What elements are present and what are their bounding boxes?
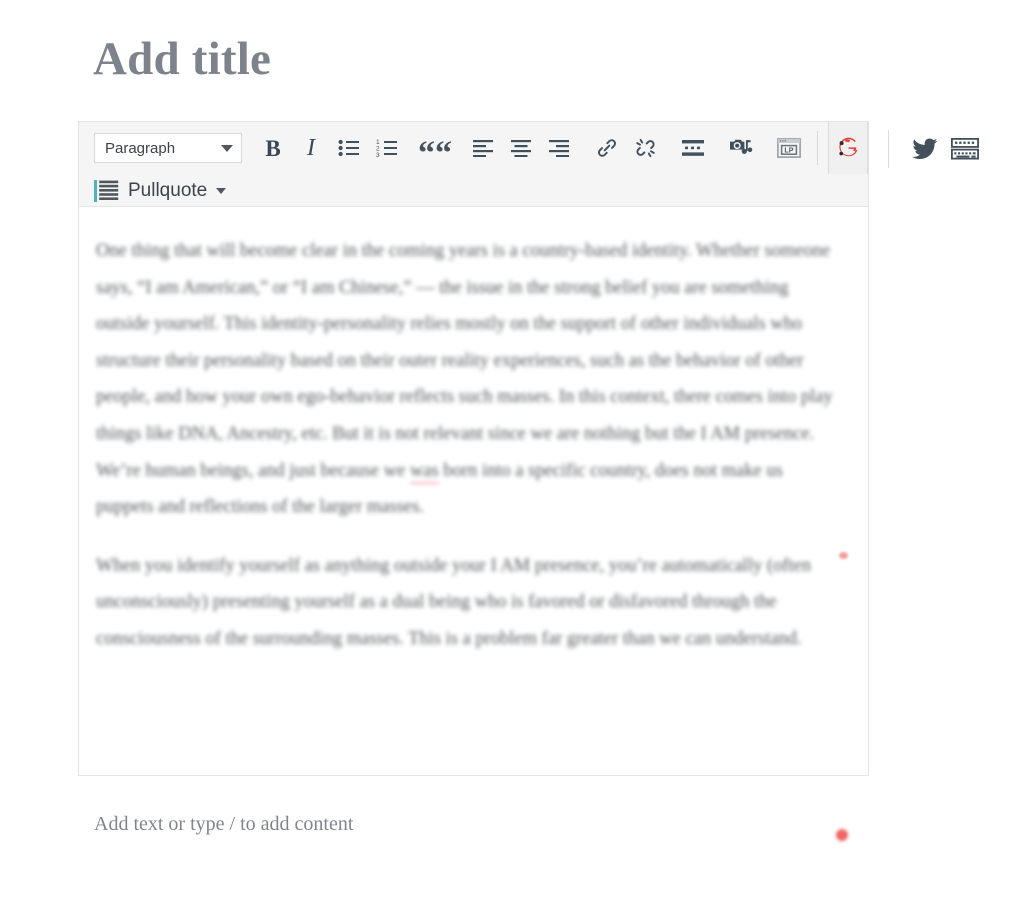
twitter-share-button[interactable] <box>908 132 942 166</box>
landing-page-button[interactable]: LP <box>772 131 806 165</box>
svg-text:LP: LP <box>784 145 793 154</box>
align-right-button[interactable] <box>542 131 576 165</box>
grammar-marker-2[interactable] <box>836 829 848 841</box>
toolbar-divider <box>817 131 818 165</box>
bulleted-list-icon <box>338 139 359 157</box>
block-type-label: Pullquote <box>128 179 208 201</box>
bold-button[interactable]: B <box>256 131 290 165</box>
paragraph-2[interactable]: When you identify yourself as anything o… <box>96 548 838 658</box>
block-type-button[interactable]: Pullquote <box>94 179 227 202</box>
keyboard-icon <box>951 138 979 160</box>
italic-button[interactable]: I <box>294 131 328 165</box>
align-right-icon <box>549 140 569 157</box>
align-center-button[interactable] <box>504 131 538 165</box>
align-left-button[interactable] <box>466 131 500 165</box>
bold-icon: B <box>265 135 281 161</box>
insert-link-button[interactable] <box>590 131 624 165</box>
quote-icon: ““ <box>418 134 452 172</box>
format-select-value: Paragraph <box>105 139 176 157</box>
read-more-button[interactable] <box>676 131 710 165</box>
outside-toolbar <box>888 128 988 170</box>
bulleted-list-button[interactable] <box>332 131 366 165</box>
numbered-list-button[interactable]: 1 2 3 <box>370 131 404 165</box>
toolbar-row-secondary: Pullquote <box>79 174 868 207</box>
add-content-placeholder[interactable]: Add text or type / to add content <box>94 813 353 836</box>
grammarly-button[interactable] <box>828 122 868 174</box>
page-title-placeholder[interactable]: Add title <box>93 28 271 90</box>
toolbar-row-primary: Paragraph B I 1 2 3 ““ LP <box>79 122 868 174</box>
read-more-icon <box>682 140 704 156</box>
editor-toolbar: Paragraph B I 1 2 3 ““ LP Pullquote <box>79 122 868 207</box>
numbered-list-icon: 1 2 3 <box>376 139 397 157</box>
svg-text:3: 3 <box>376 152 380 157</box>
landing-page-icon: LP <box>777 138 801 158</box>
grammar-error-word[interactable]: was <box>409 460 439 484</box>
media-icon <box>730 139 753 154</box>
keyboard-shortcuts-button[interactable] <box>948 132 982 166</box>
blockquote-button[interactable]: ““ <box>418 131 452 172</box>
grammarly-icon <box>839 137 858 157</box>
twitter-icon <box>912 138 938 160</box>
outside-divider <box>888 130 889 168</box>
grammar-marker-1[interactable] <box>839 552 848 559</box>
paragraph-1-text-a: One thing that will become clear in the … <box>96 241 833 481</box>
grammarly-region <box>807 122 868 174</box>
unlink-icon <box>635 138 655 158</box>
paragraph-2-text: When you identify yourself as anything o… <box>96 555 812 649</box>
link-icon <box>598 139 616 157</box>
pullquote-icon <box>94 179 119 202</box>
chevron-down-icon <box>216 187 227 194</box>
format-select[interactable]: Paragraph <box>94 133 242 163</box>
align-left-icon <box>473 140 493 157</box>
block-editor: Paragraph B I 1 2 3 ““ LP Pullquote One … <box>78 121 869 841</box>
italic-icon: I <box>307 135 315 161</box>
chevron-down-icon <box>221 144 233 152</box>
editor-content[interactable]: One thing that will become clear in the … <box>79 207 868 841</box>
remove-link-button[interactable] <box>628 131 662 165</box>
editor-page: Add title Paragraph B I 1 2 3 ““ LP Pull… <box>0 0 1024 899</box>
paragraph-1[interactable]: One thing that will become clear in the … <box>96 233 838 526</box>
align-center-icon <box>511 140 531 157</box>
add-media-button[interactable] <box>724 131 758 165</box>
